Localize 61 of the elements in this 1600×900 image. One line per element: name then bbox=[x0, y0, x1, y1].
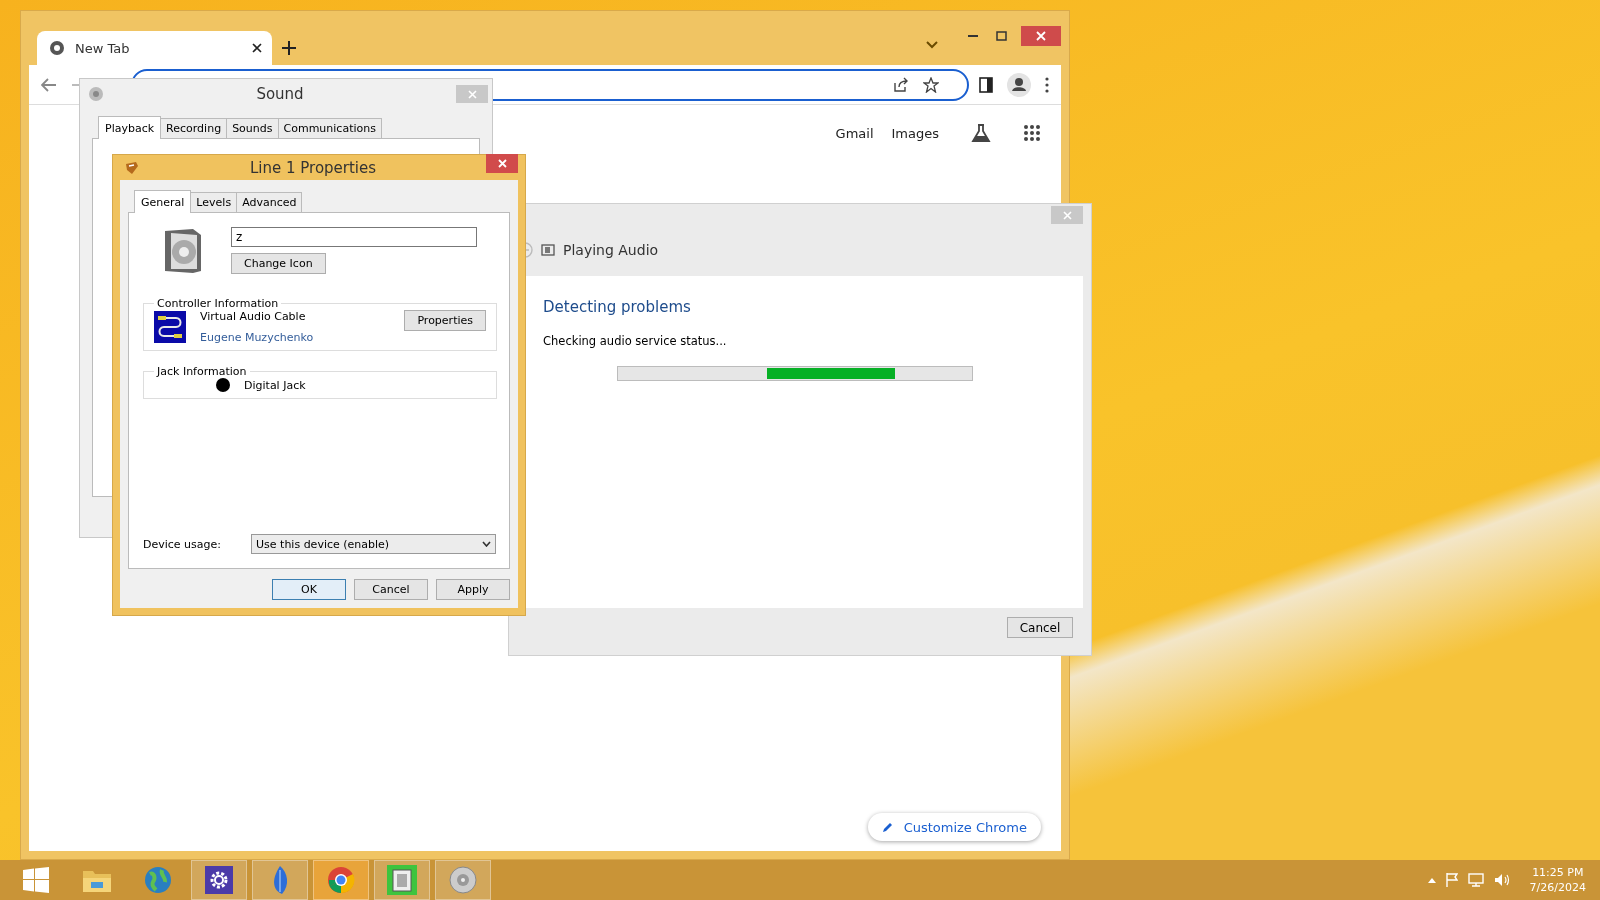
group-label: Jack Information bbox=[155, 365, 248, 378]
document-icon bbox=[387, 865, 417, 895]
jack-name: Digital Jack bbox=[244, 378, 306, 392]
dialog-tab[interactable]: General bbox=[134, 190, 192, 213]
dialog-button[interactable]: Apply bbox=[436, 579, 510, 600]
minimize-icon[interactable] bbox=[968, 34, 978, 38]
dialog-tab[interactable]: Levels bbox=[190, 192, 238, 212]
dialog-tab[interactable]: Playback bbox=[98, 116, 162, 139]
star-icon[interactable] bbox=[923, 76, 939, 93]
profile-icon[interactable] bbox=[1007, 72, 1031, 97]
cancel-button[interactable]: Cancel bbox=[1007, 617, 1073, 638]
header-link[interactable]: Gmail bbox=[835, 125, 874, 141]
browser-logo-icon bbox=[49, 40, 65, 56]
side-panel-icon[interactable] bbox=[979, 76, 993, 93]
dialog-button[interactable]: OK bbox=[272, 579, 346, 600]
menu-icon[interactable] bbox=[1045, 76, 1049, 93]
dialog-tab[interactable]: Communications bbox=[277, 118, 382, 138]
close-button[interactable] bbox=[486, 154, 518, 173]
field-label: Device usage: bbox=[143, 537, 221, 551]
taskbar-app[interactable] bbox=[191, 860, 247, 900]
chevron-icon bbox=[482, 541, 491, 547]
gear-icon bbox=[205, 866, 233, 894]
window-title: Line 1 Properties bbox=[248, 158, 378, 177]
share-icon[interactable] bbox=[893, 76, 909, 93]
globe-icon bbox=[144, 866, 172, 894]
group-label: Controller Information bbox=[156, 297, 280, 310]
jack-dot-icon bbox=[216, 378, 230, 392]
dialog-button[interactable]: Cancel bbox=[354, 579, 428, 600]
customize-button[interactable]: Customize Chrome bbox=[867, 813, 1041, 841]
dialog-tab[interactable]: Recording bbox=[160, 118, 228, 138]
header-link[interactable]: Images bbox=[891, 125, 939, 141]
pencil-icon bbox=[881, 821, 894, 833]
flag-icon[interactable] bbox=[1445, 873, 1458, 887]
properties-button[interactable]: Properties bbox=[404, 310, 486, 331]
controller-name: Virtual Audio Cable bbox=[200, 310, 307, 323]
change-icon-button[interactable]: Change Icon bbox=[231, 253, 326, 274]
maximize-icon[interactable] bbox=[996, 31, 1007, 41]
volume-icon[interactable] bbox=[1493, 873, 1510, 887]
close-button[interactable] bbox=[1021, 26, 1061, 46]
apps-grid-icon[interactable] bbox=[1023, 124, 1041, 142]
section-heading: Detecting problems bbox=[543, 298, 692, 316]
dialog-tab[interactable]: Sounds bbox=[226, 118, 279, 138]
window-title: Playing Audio bbox=[563, 242, 659, 258]
start-icon bbox=[23, 867, 49, 893]
cable-icon bbox=[154, 311, 186, 343]
name-field[interactable]: z bbox=[231, 227, 477, 247]
browser-tab[interactable]: New Tab bbox=[37, 31, 272, 65]
back-icon[interactable] bbox=[41, 77, 57, 92]
window-title: Sound bbox=[255, 85, 305, 103]
dialog-tab[interactable]: Advanced bbox=[236, 192, 303, 212]
network-icon[interactable] bbox=[1467, 873, 1484, 887]
vendor-link[interactable]: Eugene Muzychenko bbox=[200, 331, 391, 344]
caret-icon[interactable] bbox=[1427, 877, 1436, 883]
tab-list-icon[interactable] bbox=[926, 41, 938, 49]
new-tab-icon[interactable] bbox=[282, 41, 296, 55]
status-text: Checking audio service status... bbox=[543, 334, 728, 348]
close-icon[interactable] bbox=[252, 43, 262, 53]
chrome-icon bbox=[327, 866, 355, 894]
flask-icon[interactable] bbox=[971, 123, 991, 143]
usage-dropdown[interactable]: Use this device (enable) bbox=[251, 534, 496, 554]
taskbar-app[interactable] bbox=[374, 860, 430, 900]
